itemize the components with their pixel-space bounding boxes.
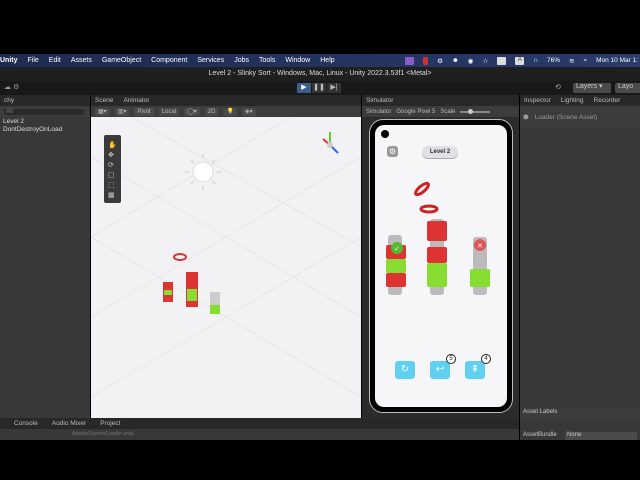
lighting-toggle[interactable]: 💡 [223, 107, 237, 116]
assetbundle-label: AssetBundle [523, 432, 557, 438]
svg-text:⟳: ⟳ [108, 162, 114, 169]
scene-panel: Scene Animator ▦▾ ▥▾ Pivot Local ◯▾ 2D 💡… [91, 95, 361, 418]
layout-dropdown[interactable]: Layo [615, 83, 640, 93]
tab-hierarchy[interactable]: chy [4, 97, 14, 104]
layers-dropdown[interactable]: Layers ▾ [573, 83, 611, 93]
undo-count-badge: 5 [446, 354, 456, 364]
2d-toggle[interactable]: 2D [204, 107, 219, 116]
menu-edit[interactable]: Edit [49, 57, 61, 64]
device-dropdown[interactable]: Google Pixel 5 [396, 109, 435, 115]
asset-labels-header: Asset Labels [520, 409, 640, 419]
inspector-asset-name: Loader (Scene Asset) [534, 113, 598, 121]
record-icon[interactable] [423, 56, 429, 65]
phone-screen[interactable]: ⚙ Level 2 ✓ ✕ ↻ ↩ 5 ⇞ 4 [375, 125, 507, 407]
draw-mode-dropdown[interactable]: ◯▾ [184, 107, 200, 116]
tab-animator[interactable]: Animator [123, 97, 149, 104]
level-label: Level 2 [422, 146, 458, 158]
play-controls: ▶ ❚❚ ▶| [297, 83, 341, 93]
stack-middle [427, 219, 447, 295]
snap-dropdown[interactable]: ▥▾ [114, 107, 130, 116]
menu-component[interactable]: Component [151, 57, 187, 64]
layers-label: Layers [576, 83, 598, 90]
tab-audio-mixer[interactable]: Audio Mixer [52, 420, 86, 427]
menu-tools[interactable]: Tools [259, 57, 275, 64]
menu-window[interactable]: Window [285, 57, 310, 64]
camera-cutout [381, 130, 389, 138]
menu-gameobject[interactable]: GameObject [102, 57, 141, 64]
face-icon[interactable]: ☻ [452, 57, 459, 64]
flying-rings [414, 181, 439, 214]
menu-unity[interactable]: Unity [0, 57, 18, 64]
settings-gear-button[interactable]: ⚙ [387, 146, 398, 157]
hierarchy-panel: chy All Level 2 DontDestroyOnLoad [0, 95, 90, 418]
svg-text:✋: ✋ [108, 140, 117, 149]
local-dropdown[interactable]: Local [158, 107, 180, 116]
simulator-panel: Simulator Simulator Google Pixel 5 Scale… [362, 95, 519, 418]
pause-button[interactable]: ❚❚ [312, 83, 326, 93]
hierarchy-tab-row: chy [0, 95, 90, 106]
hierarchy-item-dontdestroyonload[interactable]: DontDestroyOnLoad [3, 126, 87, 134]
svg-text:▦: ▦ [108, 192, 115, 199]
undo-button[interactable]: ↩ [430, 361, 450, 379]
add-count-badge: 4 [481, 354, 491, 364]
datetime[interactable]: Mon 10 Mar 1: [596, 57, 638, 64]
menu-services[interactable]: Services [197, 57, 224, 64]
battery-text[interactable]: 76% [547, 57, 560, 64]
play-button[interactable]: ▶ [297, 83, 311, 93]
hierarchy-search-row: All [0, 106, 90, 117]
cloud-icon[interactable]: ☁ ⚙ [4, 83, 19, 91]
tab-recorder[interactable]: Recorder [594, 97, 621, 104]
wifi-icon[interactable]: ≋ [569, 57, 574, 65]
scale-label: Scale [440, 108, 456, 115]
menu-jobs[interactable]: Jobs [234, 57, 249, 64]
step-button[interactable]: ▶| [327, 83, 341, 93]
screen-icon[interactable] [405, 56, 415, 65]
add-column-button[interactable]: ⇞ [465, 361, 485, 379]
svg-text:▢: ▢ [108, 172, 115, 179]
menu-file[interactable]: File [28, 57, 39, 64]
hierarchy-item-level2[interactable]: Level 2 [3, 118, 87, 126]
tab-project[interactable]: Project [100, 420, 120, 427]
settings-status-icon[interactable]: ⚙ [437, 57, 443, 65]
hierarchy-search-input[interactable]: All [4, 108, 84, 115]
scene-viewport[interactable]: ✋ ✥ ⟳ ▢ ⬚ ▦ [91, 117, 361, 418]
svg-text:✓: ✓ [394, 246, 400, 253]
svg-text:✕: ✕ [477, 243, 483, 250]
input-icon[interactable]: A [515, 56, 525, 65]
eye-icon[interactable]: ◉ [468, 57, 474, 65]
menu-help[interactable]: Help [320, 57, 334, 64]
tab-inspector[interactable]: Inspector [524, 97, 551, 104]
app-icon[interactable] [497, 56, 507, 65]
macos-menu-bar: Unity File Edit Assets GameObject Compon… [0, 54, 640, 67]
star-icon[interactable]: ☆ [482, 57, 488, 65]
bottom-panel: Console Audio Mixer Project Assets/Scene… [0, 418, 519, 440]
main-toolbar: ☁ ⚙ ▶ ❚❚ ▶| ⟲ Layers ▾ Layo [0, 81, 640, 95]
inspector-panel: Inspector Lighting Recorder ⬢ Loader (Sc… [520, 95, 640, 440]
menu-assets[interactable]: Assets [71, 57, 92, 64]
tool-dropdown[interactable]: ▦▾ [95, 107, 110, 116]
svg-text:✥: ✥ [108, 151, 114, 159]
stack-left: ✓ [386, 235, 406, 295]
pivot-dropdown[interactable]: Pivot [134, 107, 154, 116]
status-icons: ⚙ ☻ ◉ ☆ A ∩ 76% ≋ ⌕ Mon 10 Mar 1: [405, 54, 638, 67]
svg-text:⬚: ⬚ [108, 182, 115, 189]
headphones-icon[interactable]: ∩ [533, 57, 538, 64]
scale-slider[interactable] [460, 108, 491, 114]
assetbundle-dropdown[interactable]: None [565, 432, 637, 440]
window-title: Level 2 - Slinky Sort - Windows, Mac, Li… [0, 67, 640, 81]
tab-simulator[interactable]: Simulator [366, 97, 393, 104]
tab-lighting[interactable]: Lighting [561, 97, 584, 104]
history-icon[interactable]: ⟲ [555, 83, 561, 91]
search-icon[interactable]: ⌕ [583, 57, 587, 65]
tab-scene[interactable]: Scene [95, 97, 113, 104]
project-path[interactable]: Assets/Scenes/Loader.unity [72, 431, 134, 437]
tab-console[interactable]: Console [14, 420, 38, 427]
gizmos-dropdown[interactable]: ◈▾ [241, 107, 256, 116]
game-board[interactable]: ✓ ✕ [375, 175, 507, 295]
restart-button[interactable]: ↻ [395, 361, 415, 379]
stack-right: ✕ [470, 237, 490, 295]
unity-scene-icon: ⬢ [523, 114, 529, 121]
simulator-mode-dropdown[interactable]: Simulator [366, 109, 391, 115]
phone-frame: ⚙ Level 2 ✓ ✕ ↻ ↩ 5 ⇞ 4 [369, 119, 513, 413]
